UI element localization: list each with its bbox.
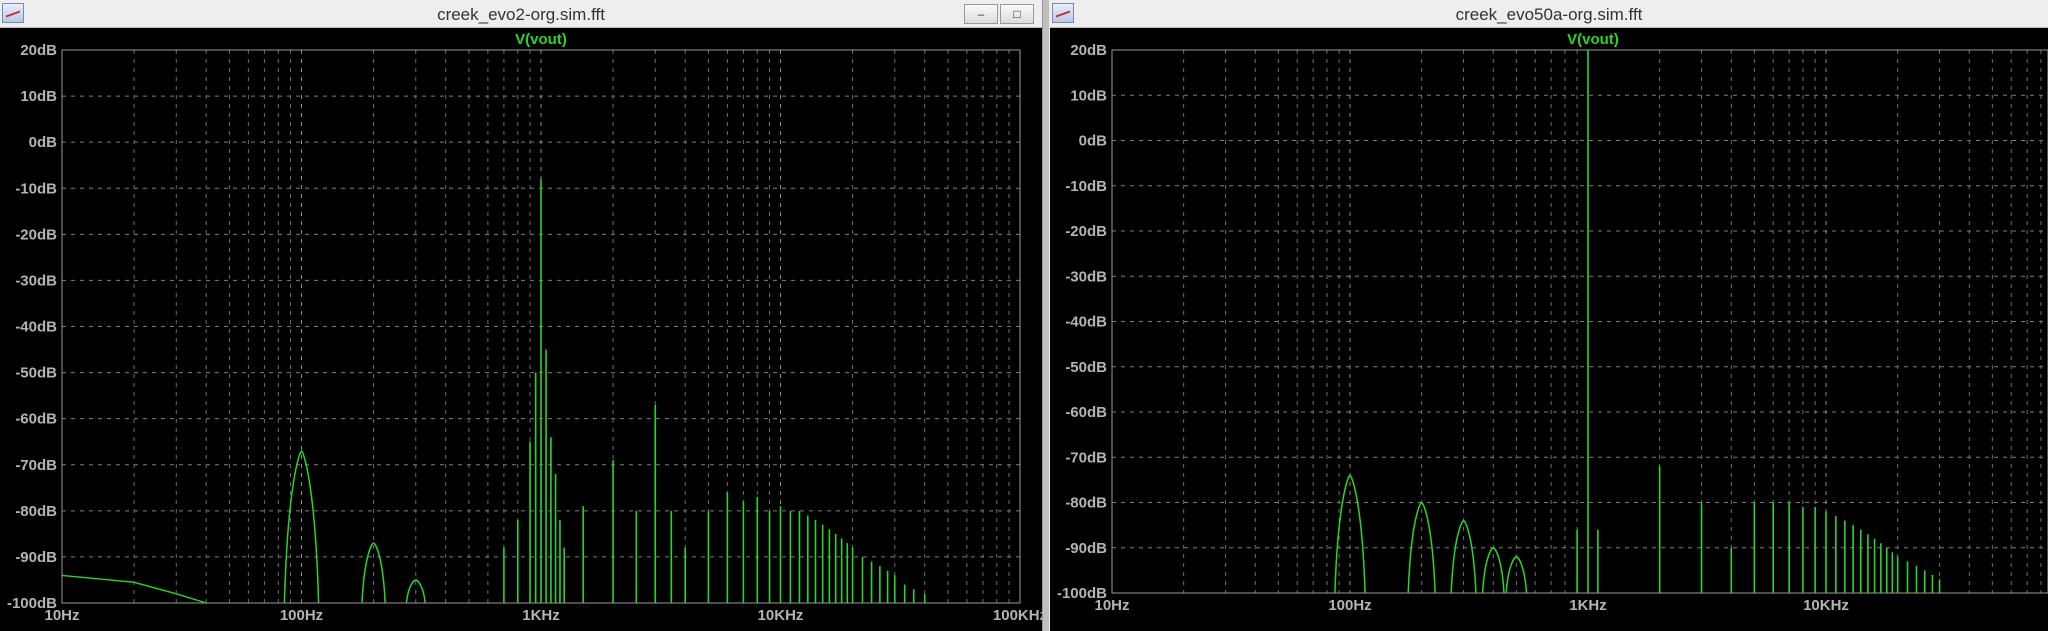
fft-plot-right[interactable]: V(vout) 20dB 10dB 0dB -10dB -20dB -30dB -40dB -… [1050,28,2048,631]
y-tick-label: -20dB [1065,223,1107,240]
titlebar-left[interactable]: creek_evo2-org.sim.fft □ ‒ [0,0,1042,28]
y-tick-label: -80dB [15,503,57,520]
y-tick-label: -70dB [1065,449,1107,466]
window-splitter[interactable] [1042,0,1050,631]
y-tick-label: -60dB [1065,404,1107,421]
window-title-right: creek_evo50a-org.sim.fft [1455,5,1643,24]
titlebar-right[interactable]: creek_evo50a-org.sim.fft [1050,0,2048,28]
y-tick-label: 10dB [20,88,57,105]
fft-window-right[interactable]: creek_evo50a-org.sim.fft V(vout) 20dB 10d… [1050,0,2048,631]
y-tick-label: -30dB [15,272,57,289]
x-tick-label: 10Hz [44,607,79,624]
x-tick-label: 100KHz [993,607,1042,624]
y-tick-label: -50dB [15,365,57,382]
y-tick-label: -40dB [15,319,57,336]
y-tick-label: 10dB [1070,87,1107,104]
y-tick-label: 0dB [29,134,58,151]
y-tick-label: -70dB [15,457,57,474]
x-tick-label: 1KHz [1569,597,1607,614]
y-tick-label: -10dB [1065,178,1107,195]
x-tick-label: 100Hz [280,607,323,624]
y-tick-label: -50dB [1065,359,1107,376]
minimize-button[interactable]: ‒ [964,4,998,24]
y-tick-label: -30dB [1065,268,1107,285]
window-title-left: creek_evo2-org.sim.fft [437,5,605,24]
noise-floor-curve [61,574,207,604]
x-tick-label: 100Hz [1328,597,1371,614]
x-tick-label: 10Hz [1094,597,1129,614]
y-tick-label: -80dB [1065,495,1107,512]
trace-label-right[interactable]: V(vout) [1567,31,1619,48]
y-tick-label: -90dB [1065,540,1107,557]
x-tick-label: 10KHz [758,607,804,624]
x-tick-label: 10KHz [1803,597,1849,614]
fft-window-left[interactable]: creek_evo2-org.sim.fft □ ‒ V(vout) 20dB 1… [0,0,1042,631]
trace-label-left[interactable]: V(vout) [515,31,567,48]
grid [1111,49,2048,594]
y-tick-label: 0dB [1079,133,1108,150]
maximize-button[interactable]: □ [1000,4,1034,24]
y-tick-label: 20dB [20,42,57,59]
y-tick-label: -60dB [15,411,57,428]
y-tick-label: -40dB [1065,314,1107,331]
y-tick-label: -10dB [15,180,57,197]
x-tick-label: 1KHz [522,607,560,624]
y-tick-label: -90dB [15,549,57,566]
fft-plot-left[interactable]: V(vout) 20dB 10dB 0dB -10dB -20dB -30dB -40dB -… [0,28,1042,631]
y-tick-label: 20dB [1070,42,1107,59]
y-tick-label: -20dB [15,226,57,243]
